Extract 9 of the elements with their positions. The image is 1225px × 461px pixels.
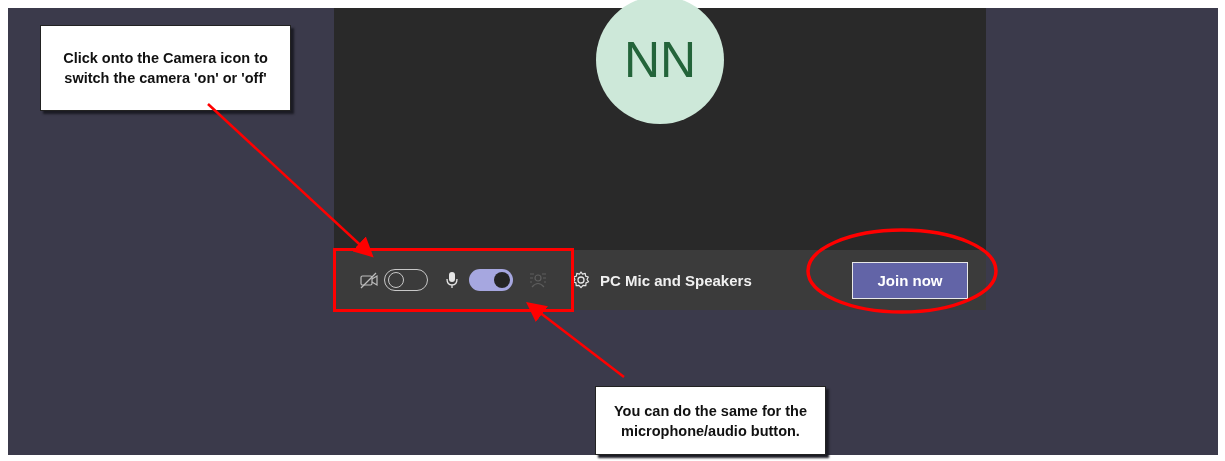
settings-icon[interactable] xyxy=(571,270,591,290)
join-now-button[interactable]: Join now xyxy=(852,261,968,299)
avatar: NN xyxy=(596,0,724,124)
microphone-toggle[interactable] xyxy=(469,269,513,291)
callout-note: Click onto the Camera icon to switch the camera 'on' or 'off' xyxy=(40,25,291,111)
audio-device-label[interactable]: PC Mic and Speakers xyxy=(600,271,752,289)
callout-note: You can do the same for the microphone/audio button. xyxy=(595,386,826,455)
camera-off-icon[interactable] xyxy=(359,270,379,290)
microphone-icon[interactable] xyxy=(445,270,459,290)
